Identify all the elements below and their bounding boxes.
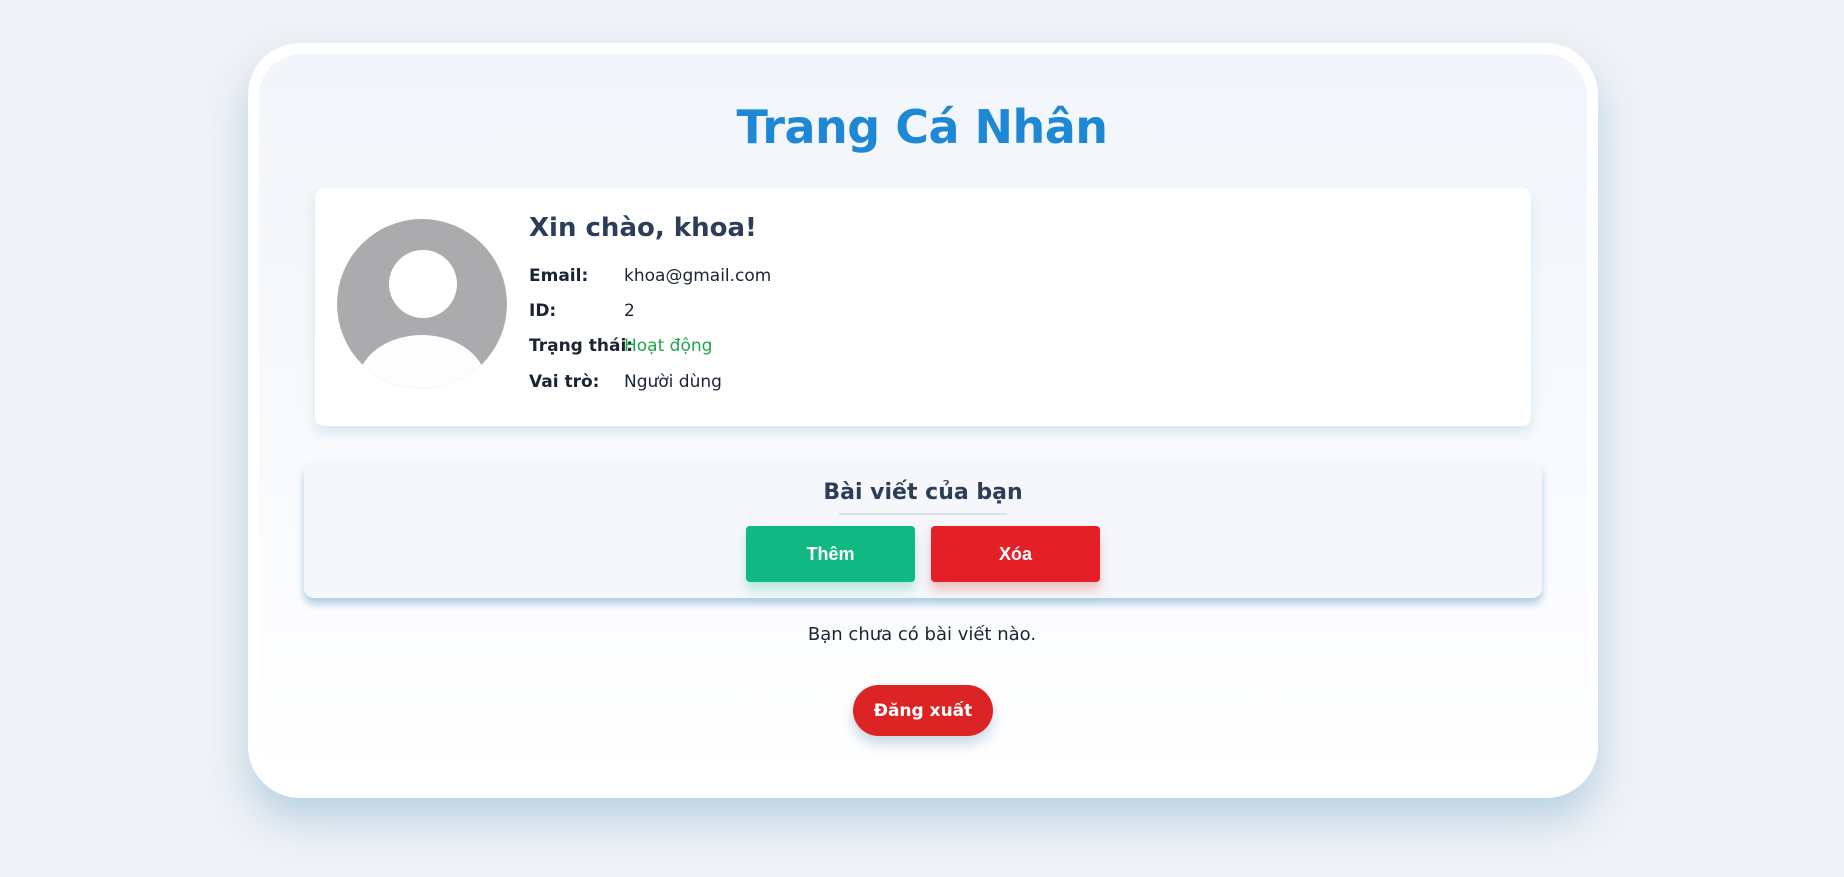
posts-title-underline [839, 513, 1007, 515]
user-avatar-icon [337, 219, 507, 389]
page-title: Trang Cá Nhân [736, 100, 1108, 154]
status-value: Hoạt động [624, 336, 713, 356]
add-post-button[interactable]: Thêm [746, 526, 915, 582]
avatar-head-shape [389, 250, 457, 318]
status-label: Trạng thái: [529, 336, 634, 356]
delete-post-button[interactable]: Xóa [931, 526, 1100, 582]
posts-section-title: Bài viết của bạn [823, 480, 1023, 505]
empty-posts-message: Bạn chưa có bài viết nào. [807, 624, 1037, 645]
avatar-body-shape [357, 335, 487, 389]
email-label: Email: [529, 266, 589, 286]
id-value: 2 [624, 301, 635, 321]
profile-info-card: Xin chào, khoa! Email: khoa@gmail.com ID… [315, 188, 1531, 426]
greeting-heading: Xin chào, khoa! [529, 213, 757, 243]
role-label: Vai trò: [529, 372, 600, 392]
logout-button[interactable]: Đăng xuất [853, 685, 993, 736]
email-value: khoa@gmail.com [624, 266, 772, 286]
role-value: Người dùng [624, 372, 722, 392]
id-label: ID: [529, 301, 557, 321]
posts-panel: Bài viết của bạn Thêm Xóa [304, 462, 1542, 598]
